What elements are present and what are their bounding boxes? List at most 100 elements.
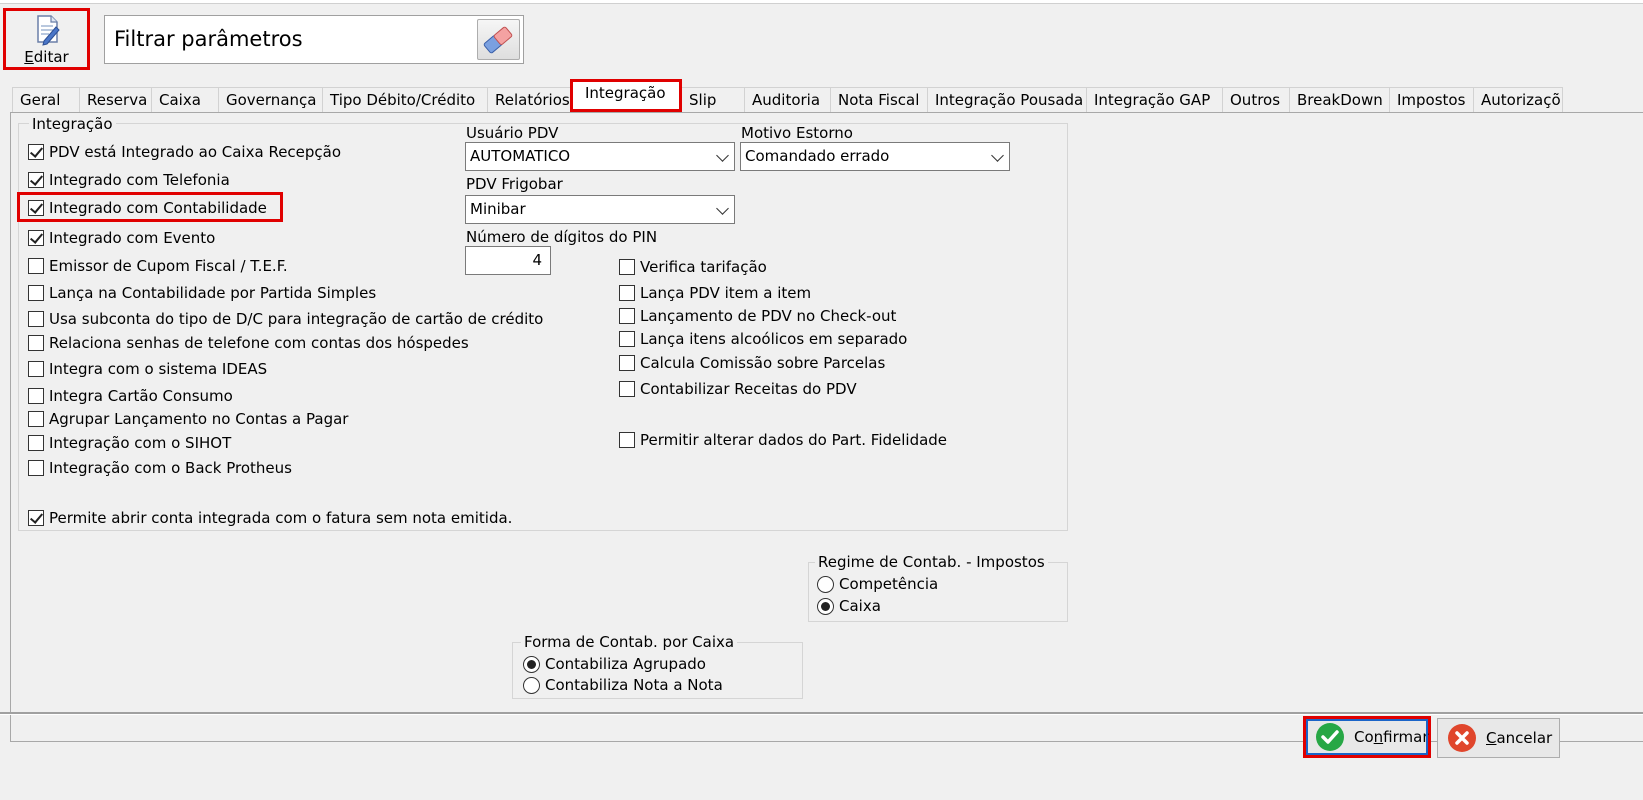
tab-impostos[interactable]: Impostos — [1389, 87, 1474, 112]
checkbox-box — [28, 285, 44, 301]
tab-nota-fiscal[interactable]: Nota Fiscal — [830, 87, 928, 112]
radio-competencia[interactable]: Competência — [817, 574, 938, 594]
checkbox-cartao-consumo[interactable]: Integra Cartão Consumo — [28, 386, 233, 406]
checkbox-label: Lança na Contabilidade por Partida Simpl… — [49, 284, 377, 302]
checkbox-integrado-evento[interactable]: Integrado com Evento — [28, 228, 215, 248]
radio-label: Contabiliza Nota a Nota — [545, 676, 723, 694]
checkbox-label: Verifica tarifação — [640, 258, 767, 276]
checkbox-box — [619, 381, 635, 397]
pin-digits-input[interactable]: 4 — [465, 246, 551, 275]
checkbox-emissor-cupom[interactable]: Emissor de Cupom Fiscal / T.E.F. — [28, 256, 288, 276]
checkbox-box — [619, 432, 635, 448]
forma-group-title: Forma de Contab. por Caixa — [521, 633, 738, 651]
radio-contabiliza-nota-a-nota[interactable]: Contabiliza Nota a Nota — [523, 675, 723, 695]
checkbox-label: Calcula Comissão sobre Parcelas — [640, 354, 886, 372]
confirm-button[interactable]: Confirmar — [1303, 716, 1431, 758]
tab-tipo-debito-credito[interactable]: Tipo Débito/Crédito — [322, 87, 488, 112]
cancel-button[interactable]: Cancelar — [1437, 718, 1560, 758]
checkbox-label: Lança itens alcoólicos em separado — [640, 330, 908, 348]
pin-digits-label: Número de dígitos do PIN — [466, 228, 658, 246]
checkbox-label: Permitir alterar dados do Part. Fidelida… — [640, 431, 948, 449]
motivo-estorno-select[interactable]: Comandado errado — [740, 142, 1010, 171]
pdv-frigobar-select[interactable]: Minibar — [465, 195, 735, 224]
filter-parameters-input[interactable]: Filtrar parâmetros — [104, 15, 524, 64]
checkbox-itens-alcoolicos[interactable]: Lança itens alcoólicos em separado — [619, 329, 907, 349]
eraser-icon — [478, 26, 519, 63]
checkbox-senhas-telefone[interactable]: Relaciona senhas de telefone com contas … — [28, 333, 469, 353]
tab-governanca[interactable]: Governança — [218, 87, 323, 112]
window-top-edge — [0, 0, 1643, 4]
checkbox-integrado-contabilidade[interactable]: Integrado com Contabilidade — [28, 198, 267, 218]
checkbox-label: Agrupar Lançamento no Contas a Pagar — [49, 410, 349, 428]
tab-auditoria[interactable]: Auditoria — [744, 87, 831, 112]
tab-breakdown[interactable]: BreakDown — [1289, 87, 1390, 112]
radio-caixa[interactable]: Caixa — [817, 596, 881, 616]
checkbox-box — [619, 308, 635, 324]
checkbox-label: Integra com o sistema IDEAS — [49, 360, 268, 378]
checkbox-comissao-parcelas[interactable]: Calcula Comissão sobre Parcelas — [619, 353, 885, 373]
checkbox-label: Relaciona senhas de telefone com contas … — [49, 334, 469, 352]
checkbox-box — [28, 361, 44, 377]
tab-outros[interactable]: Outros — [1222, 87, 1290, 112]
tab-reserva[interactable]: Reserva — [79, 87, 152, 112]
checkbox-box — [28, 510, 44, 526]
regime-group-title: Regime de Contab. - Impostos — [815, 553, 1048, 571]
checkbox-label: Usa subconta do tipo de D/C para integra… — [49, 310, 544, 328]
checkbox-label: Integrado com Telefonia — [49, 171, 230, 189]
checkbox-box — [28, 258, 44, 274]
checkbox-part-fidelidade[interactable]: Permitir alterar dados do Part. Fidelida… — [619, 430, 947, 450]
edit-button-label: Editar — [24, 48, 69, 66]
checkbox-box — [28, 172, 44, 188]
checkbox-pdv-integrado-caixa[interactable]: PDV está Integrado ao Caixa Recepção — [28, 142, 341, 162]
edit-button[interactable]: Editar — [3, 8, 90, 70]
tab-bar: Geral Reserva Caixa Governança Tipo Débi… — [12, 79, 1563, 113]
integracao-group-title: Integração — [29, 115, 116, 133]
checkbox-back-protheus[interactable]: Integração com o Back Protheus — [28, 458, 292, 478]
tab-relatorios[interactable]: Relatórios — [487, 87, 571, 112]
checkbox-label: Integração com o Back Protheus — [49, 459, 292, 477]
checkbox-label: Integrado com Contabilidade — [49, 199, 267, 217]
chevron-down-icon — [716, 149, 729, 162]
tab-integracao[interactable]: Integração — [570, 79, 682, 112]
checkbox-label: Emissor de Cupom Fiscal / T.E.F. — [49, 257, 288, 275]
radio-circle — [817, 597, 834, 615]
tab-slip[interactable]: Slip — [681, 87, 745, 112]
checkbox-permite-abrir-conta[interactable]: Permite abrir conta integrada com o fatu… — [28, 508, 512, 528]
checkbox-label: Integração com o SIHOT — [49, 434, 232, 452]
tab-autorizacoes[interactable]: Autorizaçõ — [1473, 87, 1563, 112]
checkbox-receitas-pdv[interactable]: Contabilizar Receitas do PDV — [619, 379, 857, 399]
radio-contabiliza-agrupado[interactable]: Contabiliza Agrupado — [523, 654, 706, 674]
checkbox-integrado-telefonia[interactable]: Integrado com Telefonia — [28, 170, 230, 190]
motivo-estorno-label: Motivo Estorno — [741, 124, 853, 142]
checkbox-box — [28, 411, 44, 427]
checkbox-subconta-dc[interactable]: Usa subconta do tipo de D/C para integra… — [28, 309, 543, 329]
checkbox-box — [28, 388, 44, 404]
bottom-separator — [0, 712, 1643, 715]
checkbox-sihot[interactable]: Integração com o SIHOT — [28, 433, 231, 453]
checkbox-label: Lança PDV item a item — [640, 284, 812, 302]
radio-label: Contabiliza Agrupado — [545, 655, 706, 673]
usuario-pdv-select[interactable]: AUTOMATICO — [465, 142, 735, 171]
checkbox-box — [28, 230, 44, 246]
tab-geral[interactable]: Geral — [12, 87, 80, 112]
clear-filter-button[interactable] — [477, 19, 520, 60]
checkbox-label: PDV está Integrado ao Caixa Recepção — [49, 143, 342, 161]
close-circle-icon — [1448, 724, 1476, 752]
checkbox-agrupar-contas-pagar[interactable]: Agrupar Lançamento no Contas a Pagar — [28, 409, 348, 429]
checkbox-lanca-pdv-item[interactable]: Lança PDV item a item — [619, 283, 811, 303]
checkbox-box — [28, 144, 44, 160]
checkbox-verifica-tarifacao[interactable]: Verifica tarifação — [619, 257, 767, 277]
chevron-down-icon — [991, 149, 1004, 162]
checkbox-pdv-checkout[interactable]: Lançamento de PDV no Check-out — [619, 306, 896, 326]
checkbox-ideas[interactable]: Integra com o sistema IDEAS — [28, 359, 267, 379]
usuario-pdv-label: Usuário PDV — [466, 124, 559, 142]
checkbox-partida-simples[interactable]: Lança na Contabilidade por Partida Simpl… — [28, 283, 376, 303]
tab-integracao-gap[interactable]: Integração GAP — [1086, 87, 1223, 112]
tab-integracao-pousada[interactable]: Integração Pousada — [927, 87, 1087, 112]
tab-caixa[interactable]: Caixa — [151, 87, 219, 112]
checkbox-label: Contabilizar Receitas do PDV — [640, 380, 857, 398]
radio-label: Caixa — [839, 597, 881, 615]
edit-document-icon — [34, 14, 62, 46]
checkbox-label: Lançamento de PDV no Check-out — [640, 307, 897, 325]
checkbox-box — [28, 435, 44, 451]
